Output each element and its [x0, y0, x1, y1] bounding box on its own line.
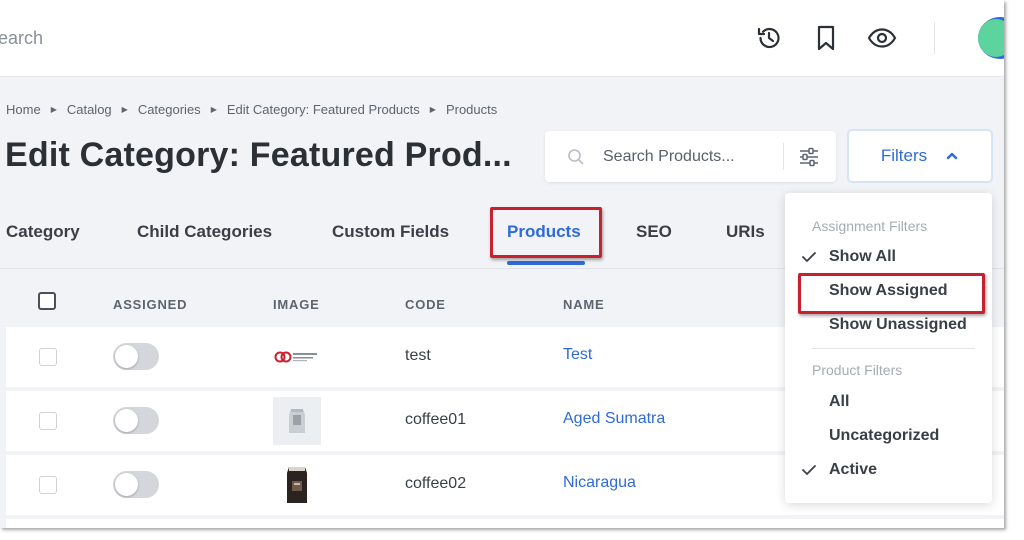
tab-custom-fields[interactable]: Custom Fields	[332, 222, 449, 242]
tab-child-categories[interactable]: Child Categories	[137, 222, 272, 242]
history-icon[interactable]	[753, 22, 785, 54]
product-search-input[interactable]	[601, 144, 785, 170]
products-tab-highlight	[490, 207, 602, 258]
check-icon	[802, 465, 816, 475]
avatar[interactable]	[976, 16, 1004, 60]
glendale-logo-icon	[274, 351, 317, 363]
app-frame: earch Home ▶ Catalog ▶ Categories ▶ Edit…	[0, 0, 1004, 528]
assigned-toggle[interactable]	[113, 471, 159, 498]
product-image	[273, 333, 321, 381]
chevron-right-icon: ▶	[121, 105, 128, 114]
breadcrumb-categories[interactable]: Categories	[138, 102, 201, 117]
page-title: Edit Category: Featured Prod...	[5, 136, 512, 174]
product-search-box	[545, 131, 836, 182]
product-name-link[interactable]: Aged Sumatra	[563, 410, 665, 428]
breadcrumb: Home ▶ Catalog ▶ Categories ▶ Edit Categ…	[6, 102, 497, 117]
row-checkbox[interactable]	[39, 348, 57, 366]
column-code[interactable]: CODE	[405, 297, 446, 312]
tab-uris[interactable]: URIs	[726, 222, 765, 242]
search-icon	[568, 149, 584, 165]
coffee-bag-icon	[273, 397, 321, 445]
filters-button-label: Filters	[880, 146, 928, 165]
global-search-input[interactable]: earch	[0, 28, 43, 49]
eye-icon[interactable]	[866, 22, 898, 54]
filter-show-unassigned[interactable]: Show Unassigned	[829, 316, 967, 334]
product-name-link[interactable]: Test	[563, 346, 592, 364]
breadcrumb-home[interactable]: Home	[6, 102, 41, 117]
coffee-bag-icon	[287, 467, 307, 503]
bookmark-icon[interactable]	[810, 22, 842, 54]
topbar-divider	[934, 22, 935, 54]
assignment-filters-heading: Assignment Filters	[812, 218, 928, 234]
assigned-toggle[interactable]	[113, 407, 159, 434]
chevron-right-icon: ▶	[210, 105, 217, 114]
breadcrumb-edit-category[interactable]: Edit Category: Featured Products	[227, 102, 420, 117]
product-code: coffee02	[405, 475, 467, 492]
product-image	[273, 397, 321, 445]
filter-show-all[interactable]: Show All	[829, 248, 896, 266]
chevron-right-icon: ▶	[50, 105, 57, 114]
dropdown-divider	[812, 348, 975, 349]
row-checkbox[interactable]	[39, 476, 57, 494]
row-checkbox[interactable]	[39, 412, 57, 430]
product-name-link[interactable]: Nicaragua	[563, 474, 636, 492]
active-tab-indicator	[507, 261, 585, 265]
show-assigned-highlight	[798, 273, 985, 314]
filter-uncategorized[interactable]: Uncategorized	[829, 427, 939, 445]
table-row	[6, 519, 1004, 528]
product-filters-heading: Product Filters	[812, 362, 903, 378]
breadcrumb-catalog[interactable]: Catalog	[67, 102, 112, 117]
check-icon	[802, 252, 816, 262]
column-image: IMAGE	[273, 297, 320, 312]
tab-seo[interactable]: SEO	[636, 222, 672, 242]
select-all-checkbox[interactable]	[38, 292, 56, 310]
chevron-up-icon	[946, 152, 958, 160]
tab-category[interactable]: Category	[6, 222, 80, 242]
top-bar: earch	[0, 0, 1004, 77]
filters-dropdown: Assignment Filters Show All Show Assigne…	[785, 193, 992, 503]
assigned-toggle[interactable]	[113, 343, 159, 370]
chevron-right-icon: ▶	[429, 105, 436, 114]
search-divider	[783, 143, 784, 170]
column-assigned[interactable]: ASSIGNED	[113, 297, 187, 312]
filter-all[interactable]: All	[829, 393, 849, 411]
sliders-icon[interactable]	[797, 145, 821, 169]
filter-active[interactable]: Active	[829, 461, 877, 479]
filters-button[interactable]: Filters	[847, 129, 993, 183]
product-image	[273, 461, 321, 509]
product-code: test	[405, 347, 431, 364]
product-code: coffee01	[405, 411, 467, 428]
column-name[interactable]: NAME	[563, 297, 604, 312]
breadcrumb-products: Products	[445, 102, 498, 117]
